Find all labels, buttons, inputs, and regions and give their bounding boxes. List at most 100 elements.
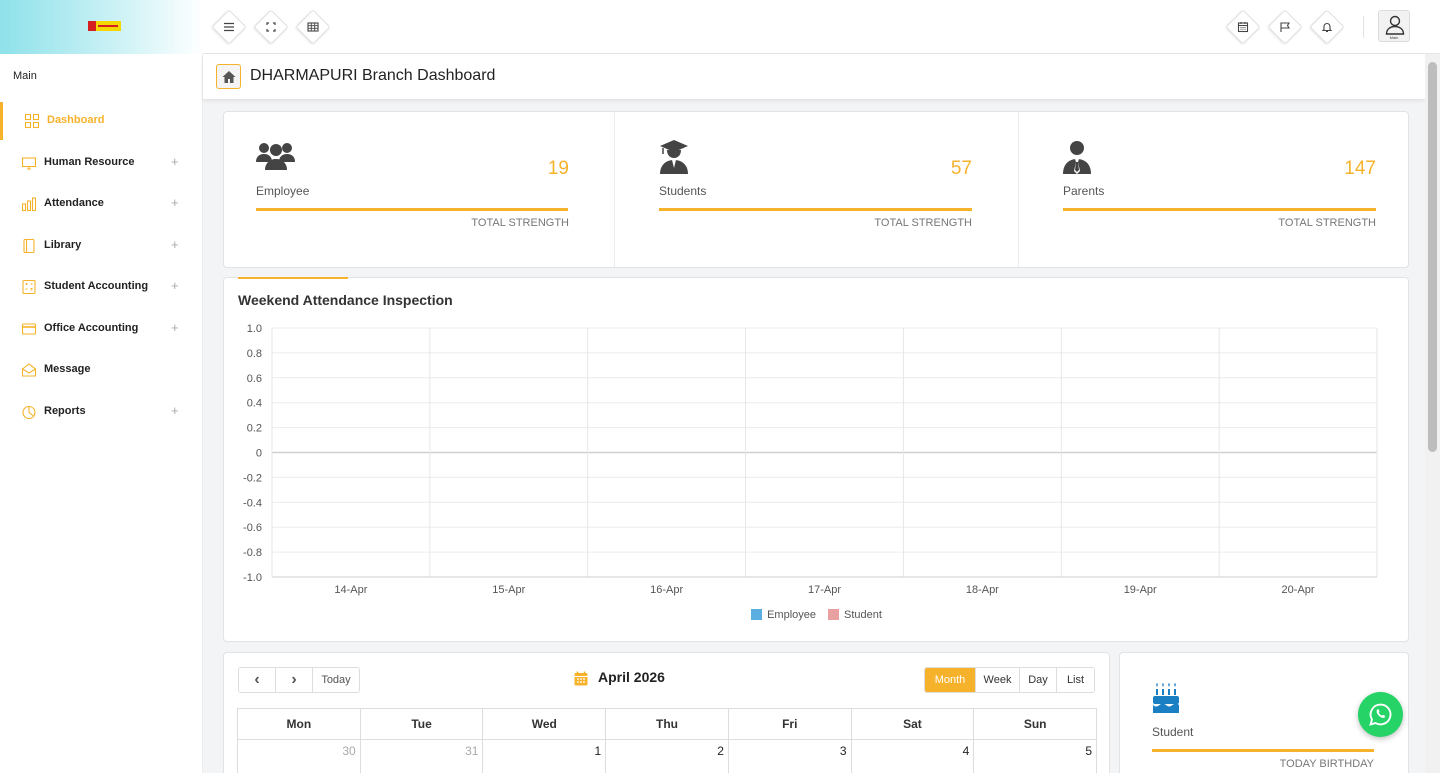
stat-footer: TOTAL STRENGTH: [874, 217, 972, 229]
sidebar-item-dashboard[interactable]: Dashboard: [0, 102, 203, 140]
expand-icon[interactable]: +: [171, 237, 179, 252]
legend-label: Student: [844, 609, 882, 621]
stat-students: Students 57 TOTAL STRENGTH: [627, 112, 972, 267]
avatar-caption: Main: [1389, 35, 1399, 40]
sidebar: Main Dashboard Human Resource + Attendan…: [0, 54, 203, 773]
weekday-header: Fri: [727, 708, 852, 740]
book-icon: [23, 238, 35, 254]
calculator-icon: [22, 279, 36, 295]
calendar-card: ‹ › Today April 2026 Month Week Day List…: [223, 652, 1110, 773]
weekday-header: Sat: [850, 708, 975, 740]
y-tick-label: 0.8: [247, 348, 262, 360]
stat-employee: Employee 19 TOTAL STRENGTH: [224, 112, 569, 267]
calendar-day-cell[interactable]: 31: [359, 739, 484, 773]
calendar-day-cell[interactable]: 30: [237, 739, 361, 773]
sidebar-item-label: Office Accounting: [44, 322, 139, 334]
scrollbar-thumb[interactable]: [1428, 62, 1437, 452]
calendar-prev-button[interactable]: ‹: [239, 668, 276, 692]
birthday-bar: [1152, 749, 1374, 752]
expand-icon[interactable]: +: [171, 278, 179, 293]
top-bar: Main: [0, 0, 1440, 54]
flag-button[interactable]: [1267, 9, 1303, 45]
sidebar-item-message[interactable]: Message: [0, 351, 203, 389]
grid-icon: [307, 22, 319, 32]
expand-icon[interactable]: +: [171, 154, 179, 169]
y-tick-label: 0.2: [247, 423, 262, 435]
expand-icon[interactable]: +: [171, 403, 179, 418]
weekday-header: Thu: [605, 708, 729, 740]
calendar-button[interactable]: [1225, 9, 1261, 45]
stat-footer: TOTAL STRENGTH: [471, 217, 569, 229]
chart-legend: Employee Student: [224, 609, 1409, 621]
calendar-icon: [574, 671, 588, 686]
x-tick-label: 16-Apr: [650, 584, 683, 596]
calendar-next-button[interactable]: ›: [276, 668, 313, 692]
user-avatar-button[interactable]: Main: [1378, 10, 1410, 42]
sidebar-item-library[interactable]: Library +: [0, 227, 203, 265]
view-list-button[interactable]: List: [1057, 668, 1094, 692]
x-tick-label: 19-Apr: [1124, 584, 1157, 596]
stat-value: 19: [547, 158, 569, 179]
chart-title: Weekend Attendance Inspection: [238, 292, 453, 308]
y-tick-label: -1.0: [243, 572, 262, 584]
expand-icon[interactable]: +: [171, 320, 179, 335]
pie-icon: [22, 405, 36, 420]
x-tick-label: 17-Apr: [808, 584, 841, 596]
view-week-button[interactable]: Week: [976, 668, 1020, 692]
y-tick-label: -0.6: [243, 522, 262, 534]
weekday-header: Tue: [359, 708, 484, 740]
page-header: DHARMAPURI Branch Dashboard: [203, 54, 1425, 99]
view-day-button[interactable]: Day: [1020, 668, 1057, 692]
attendance-chart-card: Weekend Attendance Inspection 1.0 0.8 0.6 0…: [223, 277, 1409, 642]
calendar-today-button[interactable]: Today: [313, 668, 359, 692]
birthday-footer: TODAY BIRTHDAY: [1279, 758, 1374, 770]
birthday-cake-icon: [1153, 683, 1179, 713]
calendar-day-cell[interactable]: 4: [850, 739, 975, 773]
legend-item-employee[interactable]: Employee: [751, 609, 816, 621]
whatsapp-button[interactable]: [1358, 692, 1403, 737]
stat-label: Employee: [256, 184, 310, 198]
whatsapp-icon: [1369, 703, 1392, 726]
sidebar-item-human-resource[interactable]: Human Resource +: [0, 144, 203, 182]
calendar-day-cell[interactable]: 5: [973, 739, 1098, 773]
notifications-button[interactable]: [1309, 9, 1345, 45]
fullscreen-icon: [266, 22, 276, 32]
sidebar-item-label: Message: [44, 363, 91, 375]
legend-item-student[interactable]: Student: [828, 609, 882, 621]
sidebar-item-reports[interactable]: Reports +: [0, 393, 203, 431]
y-tick-label: -0.2: [243, 472, 262, 484]
legend-swatch: [828, 609, 839, 620]
sidebar-item-student-accounting[interactable]: Student Accounting +: [0, 268, 203, 306]
calendar-nav: ‹ › Today: [238, 667, 360, 693]
menu-toggle-button[interactable]: [211, 9, 247, 45]
stat-label: Students: [659, 184, 707, 198]
birthday-label: Student: [1152, 725, 1194, 739]
stat-divider: [1018, 112, 1019, 267]
logo[interactable]: [88, 21, 121, 31]
grid-button[interactable]: [295, 9, 331, 45]
calendar-day-cell[interactable]: 3: [727, 739, 852, 773]
sidebar-item-attendance[interactable]: Attendance +: [0, 185, 203, 223]
calendar-title: April 2026: [574, 669, 665, 686]
y-tick-label: 0.4: [247, 398, 262, 410]
calendar-day-cell[interactable]: 2: [605, 739, 729, 773]
calendar-view-switch: Month Week Day List: [924, 667, 1095, 693]
sidebar-item-office-accounting[interactable]: Office Accounting +: [0, 310, 203, 348]
calendar-day-cell[interactable]: 1: [482, 739, 607, 773]
sidebar-item-label: Library: [44, 239, 82, 251]
fullscreen-button[interactable]: [253, 9, 289, 45]
stat-value: 57: [950, 158, 972, 179]
view-month-button[interactable]: Month: [925, 668, 976, 692]
y-tick-label: 1.0: [247, 323, 262, 335]
stat-bar: [256, 208, 568, 211]
calendar-grid: Mon Tue Wed Thu Fri Sat Sun 30 31 1 2 3 4 5: [237, 708, 1098, 773]
expand-icon[interactable]: +: [171, 195, 179, 210]
user-tie-icon: [1063, 141, 1091, 174]
home-button[interactable]: [216, 64, 241, 89]
stat-footer: TOTAL STRENGTH: [1278, 217, 1376, 229]
page-scrollbar[interactable]: [1425, 54, 1440, 773]
envelope-icon: [21, 363, 37, 377]
menu-icon: [224, 22, 234, 32]
y-tick-label: -0.8: [243, 547, 262, 559]
stat-value: 147: [1344, 158, 1376, 179]
